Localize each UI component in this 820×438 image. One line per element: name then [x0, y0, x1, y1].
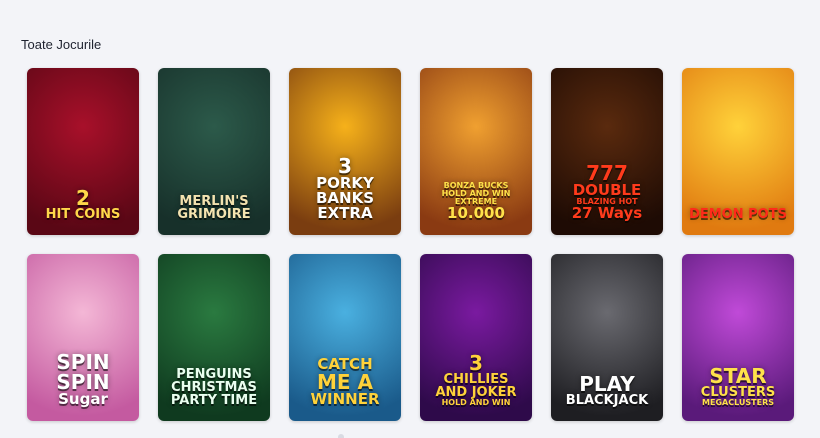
game-title-line: 2	[76, 186, 90, 210]
game-title: 2 HIT COINS	[31, 188, 135, 221]
game-title-line: EXTRA	[317, 204, 373, 222]
game-title-line: MEGACLUSTERS	[702, 398, 774, 407]
game-title-line: HIT COINS	[45, 207, 121, 222]
game-title: 3 CHILLIES AND JOKER HOLD AND WIN	[424, 353, 528, 407]
game-title-line: GRIMOIRE	[177, 207, 251, 222]
game-tile[interactable]: CATCH ME A WINNER	[289, 254, 401, 421]
game-title-line: 10.000	[447, 204, 505, 222]
game-title: SPIN SPIN Sugar	[31, 352, 135, 407]
game-title: MERLIN'S GRIMOIRE	[162, 195, 266, 221]
games-grid: 2 HIT COINS MERLIN'S GRIMOIRE 3 PORKY BANKS EXT…	[27, 68, 794, 421]
scroll-hint	[338, 434, 344, 438]
game-title-line: SPIN	[56, 350, 110, 374]
game-title-line: WINNER	[310, 390, 380, 408]
game-title-line: Sugar	[58, 390, 108, 408]
game-tile[interactable]: 3 PORKY BANKS EXTRA	[289, 68, 401, 235]
game-title-line: DOUBLE	[572, 181, 642, 199]
game-title-line: PLAY	[579, 372, 635, 396]
game-tile[interactable]: PENGUINS CHRISTMAS PARTY TIME	[158, 254, 270, 421]
game-title-line: 3	[338, 154, 352, 178]
game-title-line: SPIN	[56, 370, 110, 394]
game-tile[interactable]: 777 DOUBLE BLAZING HOT 27 Ways	[551, 68, 663, 235]
game-title: BONZA BUCKS HOLD AND WIN EXTREME 10.000	[424, 182, 528, 221]
game-tile[interactable]: DEMON POTS	[682, 68, 794, 235]
game-title-line: ME A	[316, 370, 373, 394]
game-title: 3 PORKY BANKS EXTRA	[293, 156, 397, 221]
game-title-line: 3	[469, 351, 483, 375]
section-title: Toate Jocurile	[21, 37, 102, 52]
game-title-line: STAR	[709, 364, 767, 388]
game-tile[interactable]: STAR CLUSTERS MEGACLUSTERS	[682, 254, 794, 421]
game-title: PENGUINS CHRISTMAS PARTY TIME	[162, 368, 266, 407]
game-title: DEMON POTS	[686, 208, 790, 221]
game-title: PLAY BLACKJACK	[555, 374, 659, 407]
game-title-line: DEMON POTS	[689, 207, 787, 222]
game-title: CATCH ME A WINNER	[293, 357, 397, 407]
game-tile[interactable]: PLAY BLACKJACK	[551, 254, 663, 421]
game-tile[interactable]: 3 CHILLIES AND JOKER HOLD AND WIN	[420, 254, 532, 421]
game-title: STAR CLUSTERS MEGACLUSTERS	[686, 366, 790, 407]
game-tile[interactable]: MERLIN'S GRIMOIRE	[158, 68, 270, 235]
game-title-line: 777	[586, 161, 628, 185]
game-title-line: BLACKJACK	[565, 393, 649, 408]
game-tile[interactable]: SPIN SPIN Sugar	[27, 254, 139, 421]
game-title: 777 DOUBLE BLAZING HOT 27 Ways	[555, 163, 659, 221]
game-tile[interactable]: BONZA BUCKS HOLD AND WIN EXTREME 10.000	[420, 68, 532, 235]
game-title-line: 27 Ways	[571, 204, 643, 222]
game-tile[interactable]: 2 HIT COINS	[27, 68, 139, 235]
game-title-line: PARTY TIME	[170, 393, 258, 408]
game-title-line: HOLD AND WIN	[441, 398, 511, 407]
